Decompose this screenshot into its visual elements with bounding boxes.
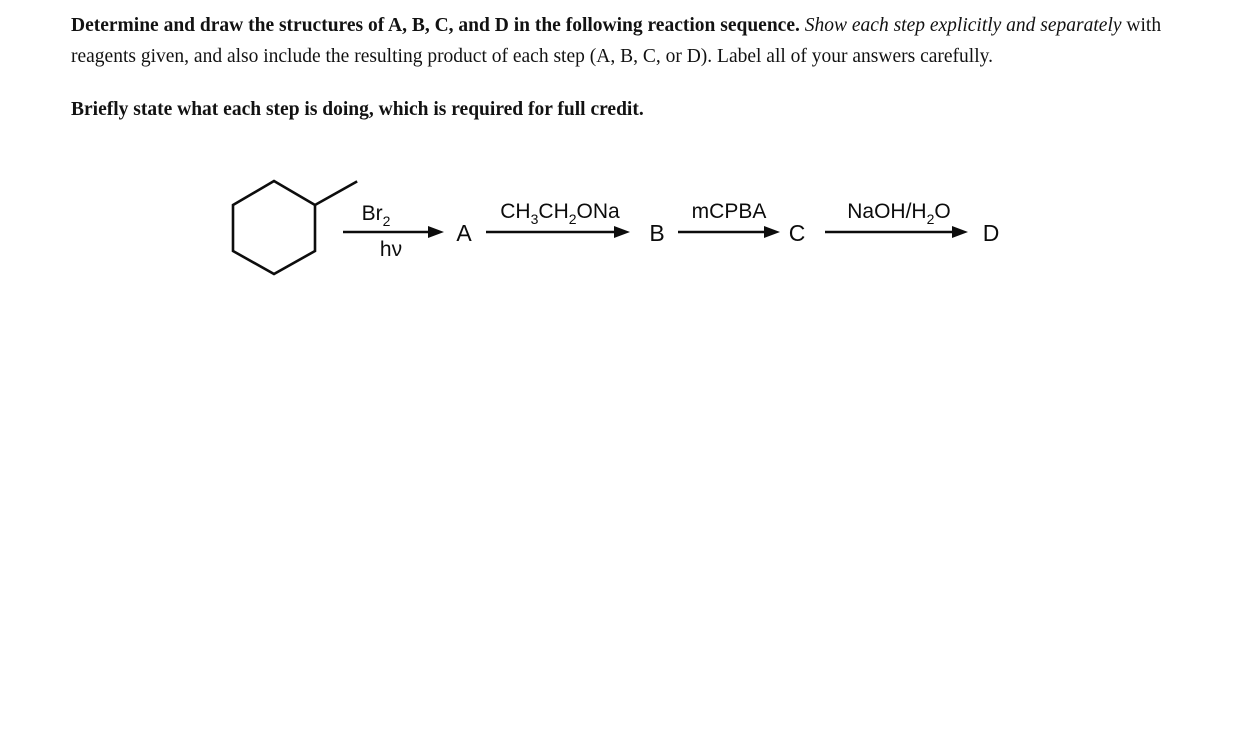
methylcyclohexane-structure — [231, 179, 358, 276]
product-label-c: C — [789, 220, 806, 246]
step1-reagent-above-subscript: 2 — [383, 213, 391, 229]
step4-reagent-sub1: 2 — [927, 211, 935, 227]
question-bold-lead: Determine and draw the structures of A, … — [71, 15, 800, 36]
step2-reagent-part2: CH — [538, 200, 568, 223]
step1-arrow-head — [428, 226, 444, 238]
product-label-b: B — [649, 220, 664, 246]
question-paragraph-1: Determine and draw the structures of A, … — [71, 10, 1181, 72]
step3-arrow-head — [764, 226, 780, 238]
step4-arrow-head — [952, 226, 968, 238]
reaction-step-4: NaOH/H2O D — [825, 200, 999, 246]
step2-reagent-part3: ONa — [577, 200, 621, 223]
question-paragraph-2: Briefly state what each step is doing, w… — [71, 94, 1181, 125]
reaction-scheme-svg: Br2 hν A CH3CH2ONa B mCPBA C NaOH/H2O D — [231, 179, 999, 276]
question-italic-emphasis: Show each step explicitly and separately — [804, 15, 1122, 36]
methyl-bond — [313, 180, 358, 207]
product-label-d: D — [983, 220, 1000, 246]
step1-reagent-below: hν — [380, 238, 402, 261]
step3-reagent-above: mCPBA — [692, 200, 767, 223]
step2-reagent-sub1: 3 — [531, 211, 539, 227]
reaction-step-2: CH3CH2ONa B — [486, 200, 665, 246]
step4-reagent-part2: O — [934, 200, 950, 223]
step2-reagent-sub2: 2 — [569, 211, 577, 227]
cyclohexane-ring — [231, 179, 317, 276]
step2-arrow-head — [614, 226, 630, 238]
step2-reagent-part1: CH — [500, 200, 530, 223]
reaction-step-1: Br2 hν A — [343, 202, 472, 261]
question-credit-note: Briefly state what each step is doing, w… — [71, 99, 644, 120]
step2-reagent-above: CH3CH2ONa — [500, 200, 620, 227]
reaction-step-3: mCPBA C — [678, 200, 805, 246]
step1-reagent-above: Br2 — [362, 202, 391, 229]
step4-reagent-above: NaOH/H2O — [847, 200, 951, 227]
reaction-scheme: Br2 hν A CH3CH2ONa B mCPBA C NaOH/H2O D — [0, 170, 1241, 285]
step4-reagent-part1: NaOH/H — [847, 200, 926, 223]
question-text-block: Determine and draw the structures of A, … — [71, 10, 1181, 125]
step1-reagent-above-text: Br — [362, 202, 383, 225]
product-label-a: A — [456, 220, 472, 246]
